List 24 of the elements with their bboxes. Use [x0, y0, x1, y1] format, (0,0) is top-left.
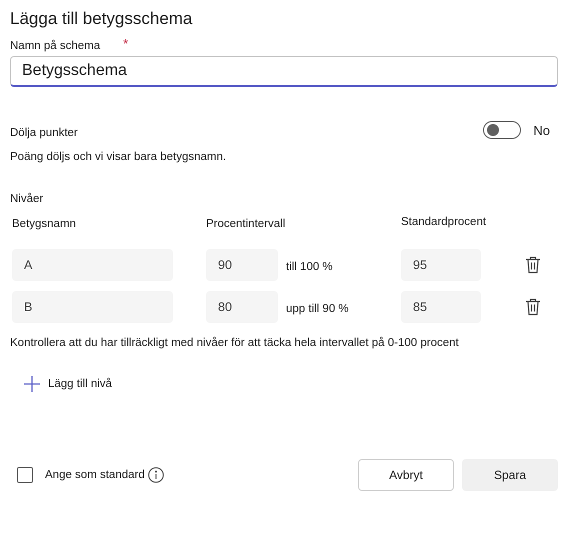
grade-name-input[interactable]: A	[12, 249, 173, 281]
dialog-button[interactable]: Avbryt	[358, 459, 454, 491]
grade-name-input[interactable]: B	[12, 291, 173, 323]
add-level-button[interactable]: Lägg till nivå	[24, 376, 112, 392]
column-header: Procentintervall	[206, 218, 286, 230]
section-heading: Nivåer	[10, 193, 44, 205]
range-text: till 100 %	[286, 261, 333, 273]
range-text: upp till 90 %	[286, 303, 349, 315]
column-header: Standardprocent	[401, 216, 488, 228]
default-percent-input[interactable]: 85	[401, 291, 481, 323]
toggle-label: Dölja punkter	[10, 127, 78, 139]
default-percent-input[interactable]: 95	[401, 249, 481, 281]
name-input[interactable]: Betygsschema	[10, 56, 558, 87]
column-header: Betygsnamn	[11, 218, 77, 230]
checkbox-label: Ange som standard	[45, 469, 145, 481]
toggle-state: No	[533, 122, 550, 138]
required-mark: *	[123, 36, 128, 51]
dialog-button[interactable]: Spara	[462, 459, 558, 491]
warning-text: Kontrollera att du har tillräckligt med nivåer för att täcka hela intervallet på 0-100 procent	[10, 337, 460, 349]
dialog-title: Lägga till betygsschema	[10, 8, 194, 30]
percent-input[interactable]: 80	[206, 291, 278, 323]
percent-input[interactable]: 90	[206, 249, 278, 281]
field-label: Namn på schema	[10, 40, 100, 52]
help-text: Poäng döljs och vi visar bara betygsnamn.	[10, 151, 228, 163]
